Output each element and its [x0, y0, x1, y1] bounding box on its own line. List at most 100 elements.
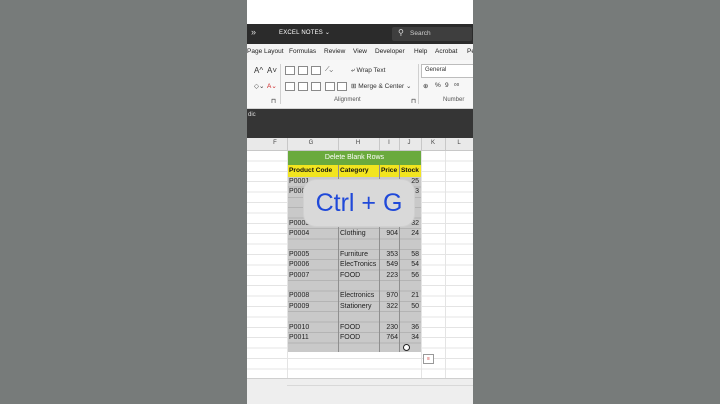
- cell-price[interactable]: [380, 281, 398, 291]
- cell-category[interactable]: FOOD: [340, 323, 378, 333]
- column-header-g[interactable]: G: [301, 140, 321, 146]
- cell-product-code[interactable]: P0006: [289, 260, 337, 270]
- cell-price[interactable]: [380, 312, 398, 322]
- tab-page-layout[interactable]: Page Layout: [247, 48, 284, 55]
- cell-stock[interactable]: [400, 312, 419, 322]
- header-category[interactable]: Category: [339, 165, 378, 177]
- tab-view[interactable]: View: [353, 48, 367, 55]
- number-format-select[interactable]: General: [421, 64, 473, 78]
- cell-price[interactable]: 230: [380, 323, 398, 333]
- cell-category[interactable]: [340, 312, 378, 322]
- align-right-icon[interactable]: [311, 82, 321, 91]
- cell-price[interactable]: 764: [380, 333, 398, 343]
- cell-stock[interactable]: 36: [400, 323, 419, 333]
- cell-product-code[interactable]: P0011: [289, 333, 337, 343]
- percent-icon[interactable]: %: [435, 82, 441, 89]
- decrease-indent-icon[interactable]: [325, 82, 335, 91]
- header-stock[interactable]: Stock: [400, 165, 421, 177]
- tab-pe[interactable]: Pe: [467, 48, 473, 55]
- cell-product-code[interactable]: [289, 281, 337, 291]
- cell-stock[interactable]: [400, 281, 419, 291]
- accounting-format-icon[interactable]: ⊕: [423, 82, 428, 90]
- column-header-h[interactable]: H: [348, 140, 368, 146]
- cell-stock[interactable]: [400, 239, 419, 249]
- quick-access-chevron-icon[interactable]: »: [251, 27, 256, 37]
- cell-product-code[interactable]: P0005: [289, 250, 337, 260]
- alignment-dialog-launcher-icon[interactable]: ⊓: [411, 97, 416, 105]
- cell-category[interactable]: Stationery: [340, 302, 378, 312]
- align-center-icon[interactable]: [298, 82, 308, 91]
- search-icon: ⚲: [398, 28, 404, 37]
- font-dialog-launcher-icon[interactable]: ⊓: [271, 97, 276, 105]
- cell-category[interactable]: FOOD: [340, 333, 378, 343]
- cell-product-code[interactable]: P0009: [289, 302, 337, 312]
- cell-category[interactable]: Electronics: [340, 291, 378, 301]
- cell-price[interactable]: 353: [380, 250, 398, 260]
- cell-product-code[interactable]: [289, 312, 337, 322]
- tab-review[interactable]: Review: [324, 48, 345, 55]
- cell-price[interactable]: 322: [380, 302, 398, 312]
- tab-acrobat[interactable]: Acrobat: [435, 48, 457, 55]
- cell-category[interactable]: ElecTronics: [340, 260, 378, 270]
- align-left-icon[interactable]: [285, 82, 295, 91]
- merge-center-icon: ⊞: [351, 83, 357, 90]
- cell-product-code[interactable]: P0004: [289, 229, 337, 239]
- header-product-code[interactable]: Product Code: [288, 165, 338, 177]
- cell-price[interactable]: [380, 239, 398, 249]
- cell-price[interactable]: 904: [380, 229, 398, 239]
- tab-developer[interactable]: Developer: [375, 48, 405, 55]
- cell-price[interactable]: 970: [380, 291, 398, 301]
- table-title[interactable]: Delete Blank Rows: [288, 151, 421, 165]
- column-header-k[interactable]: K: [425, 140, 441, 146]
- search-input[interactable]: ⚲ Search: [392, 27, 472, 41]
- quick-analysis-icon[interactable]: ≡: [423, 354, 434, 364]
- increase-indent-icon[interactable]: [337, 82, 347, 91]
- cell-category[interactable]: Clothing: [340, 229, 378, 239]
- formula-bar[interactable]: dic: [247, 109, 473, 138]
- cell-product-code[interactable]: [289, 239, 337, 249]
- alignment-group-label: Alignment: [334, 97, 361, 103]
- cell-category[interactable]: [340, 281, 378, 291]
- column-header-j[interactable]: J: [401, 140, 417, 146]
- orientation-icon[interactable]: ⟋⌄: [325, 66, 333, 74]
- cell-stock[interactable]: 50: [400, 302, 419, 312]
- wrap-text-icon: ⤶: [351, 67, 355, 74]
- column-header-i[interactable]: I: [381, 140, 397, 146]
- align-bottom-icon[interactable]: [311, 66, 321, 75]
- cell-category[interactable]: Furniture: [340, 250, 378, 260]
- cell-product-code[interactable]: P0008: [289, 291, 337, 301]
- column-header-f[interactable]: F: [265, 140, 285, 146]
- tab-formulas[interactable]: Formulas: [289, 48, 316, 55]
- fill-color-icon[interactable]: ◇⌄: [254, 82, 264, 90]
- merge-center-button[interactable]: ⊞ Merge & Center ⌄: [351, 82, 411, 90]
- cell-product-code[interactable]: P0010: [289, 323, 337, 333]
- align-top-icon[interactable]: [285, 66, 295, 75]
- cell-price[interactable]: 223: [380, 271, 398, 281]
- decimal-icon[interactable]: ⁰⁰: [454, 82, 459, 90]
- cell-stock[interactable]: 56: [400, 271, 419, 281]
- cell-price[interactable]: 549: [380, 260, 398, 270]
- cell-stock[interactable]: 54: [400, 260, 419, 270]
- document-title[interactable]: EXCEL NOTES ⌄: [279, 29, 330, 36]
- tab-help[interactable]: Help: [414, 48, 427, 55]
- increase-font-icon[interactable]: A^: [254, 66, 263, 75]
- search-placeholder: Search: [410, 30, 431, 37]
- cell-stock[interactable]: 34: [400, 333, 419, 343]
- decrease-font-icon[interactable]: A˅: [267, 66, 277, 75]
- column-separator: [379, 138, 380, 150]
- font-color-icon[interactable]: A⌄: [267, 82, 277, 90]
- comma-style-icon[interactable]: 9: [445, 82, 449, 89]
- left-backdrop: [0, 0, 247, 404]
- ribbon-separator: [418, 64, 419, 104]
- cell-category[interactable]: [340, 239, 378, 249]
- wrap-text-button[interactable]: ⤶ Wrap Text: [351, 67, 385, 75]
- cell-stock[interactable]: 21: [400, 291, 419, 301]
- column-header-l[interactable]: L: [451, 140, 467, 146]
- cell-stock[interactable]: 58: [400, 250, 419, 260]
- cell-stock[interactable]: 24: [400, 229, 419, 239]
- header-price[interactable]: Price: [380, 165, 399, 177]
- column-separator: [399, 138, 400, 150]
- cell-product-code[interactable]: P0007: [289, 271, 337, 281]
- cell-category[interactable]: FOOD: [340, 271, 378, 281]
- align-middle-icon[interactable]: [298, 66, 308, 75]
